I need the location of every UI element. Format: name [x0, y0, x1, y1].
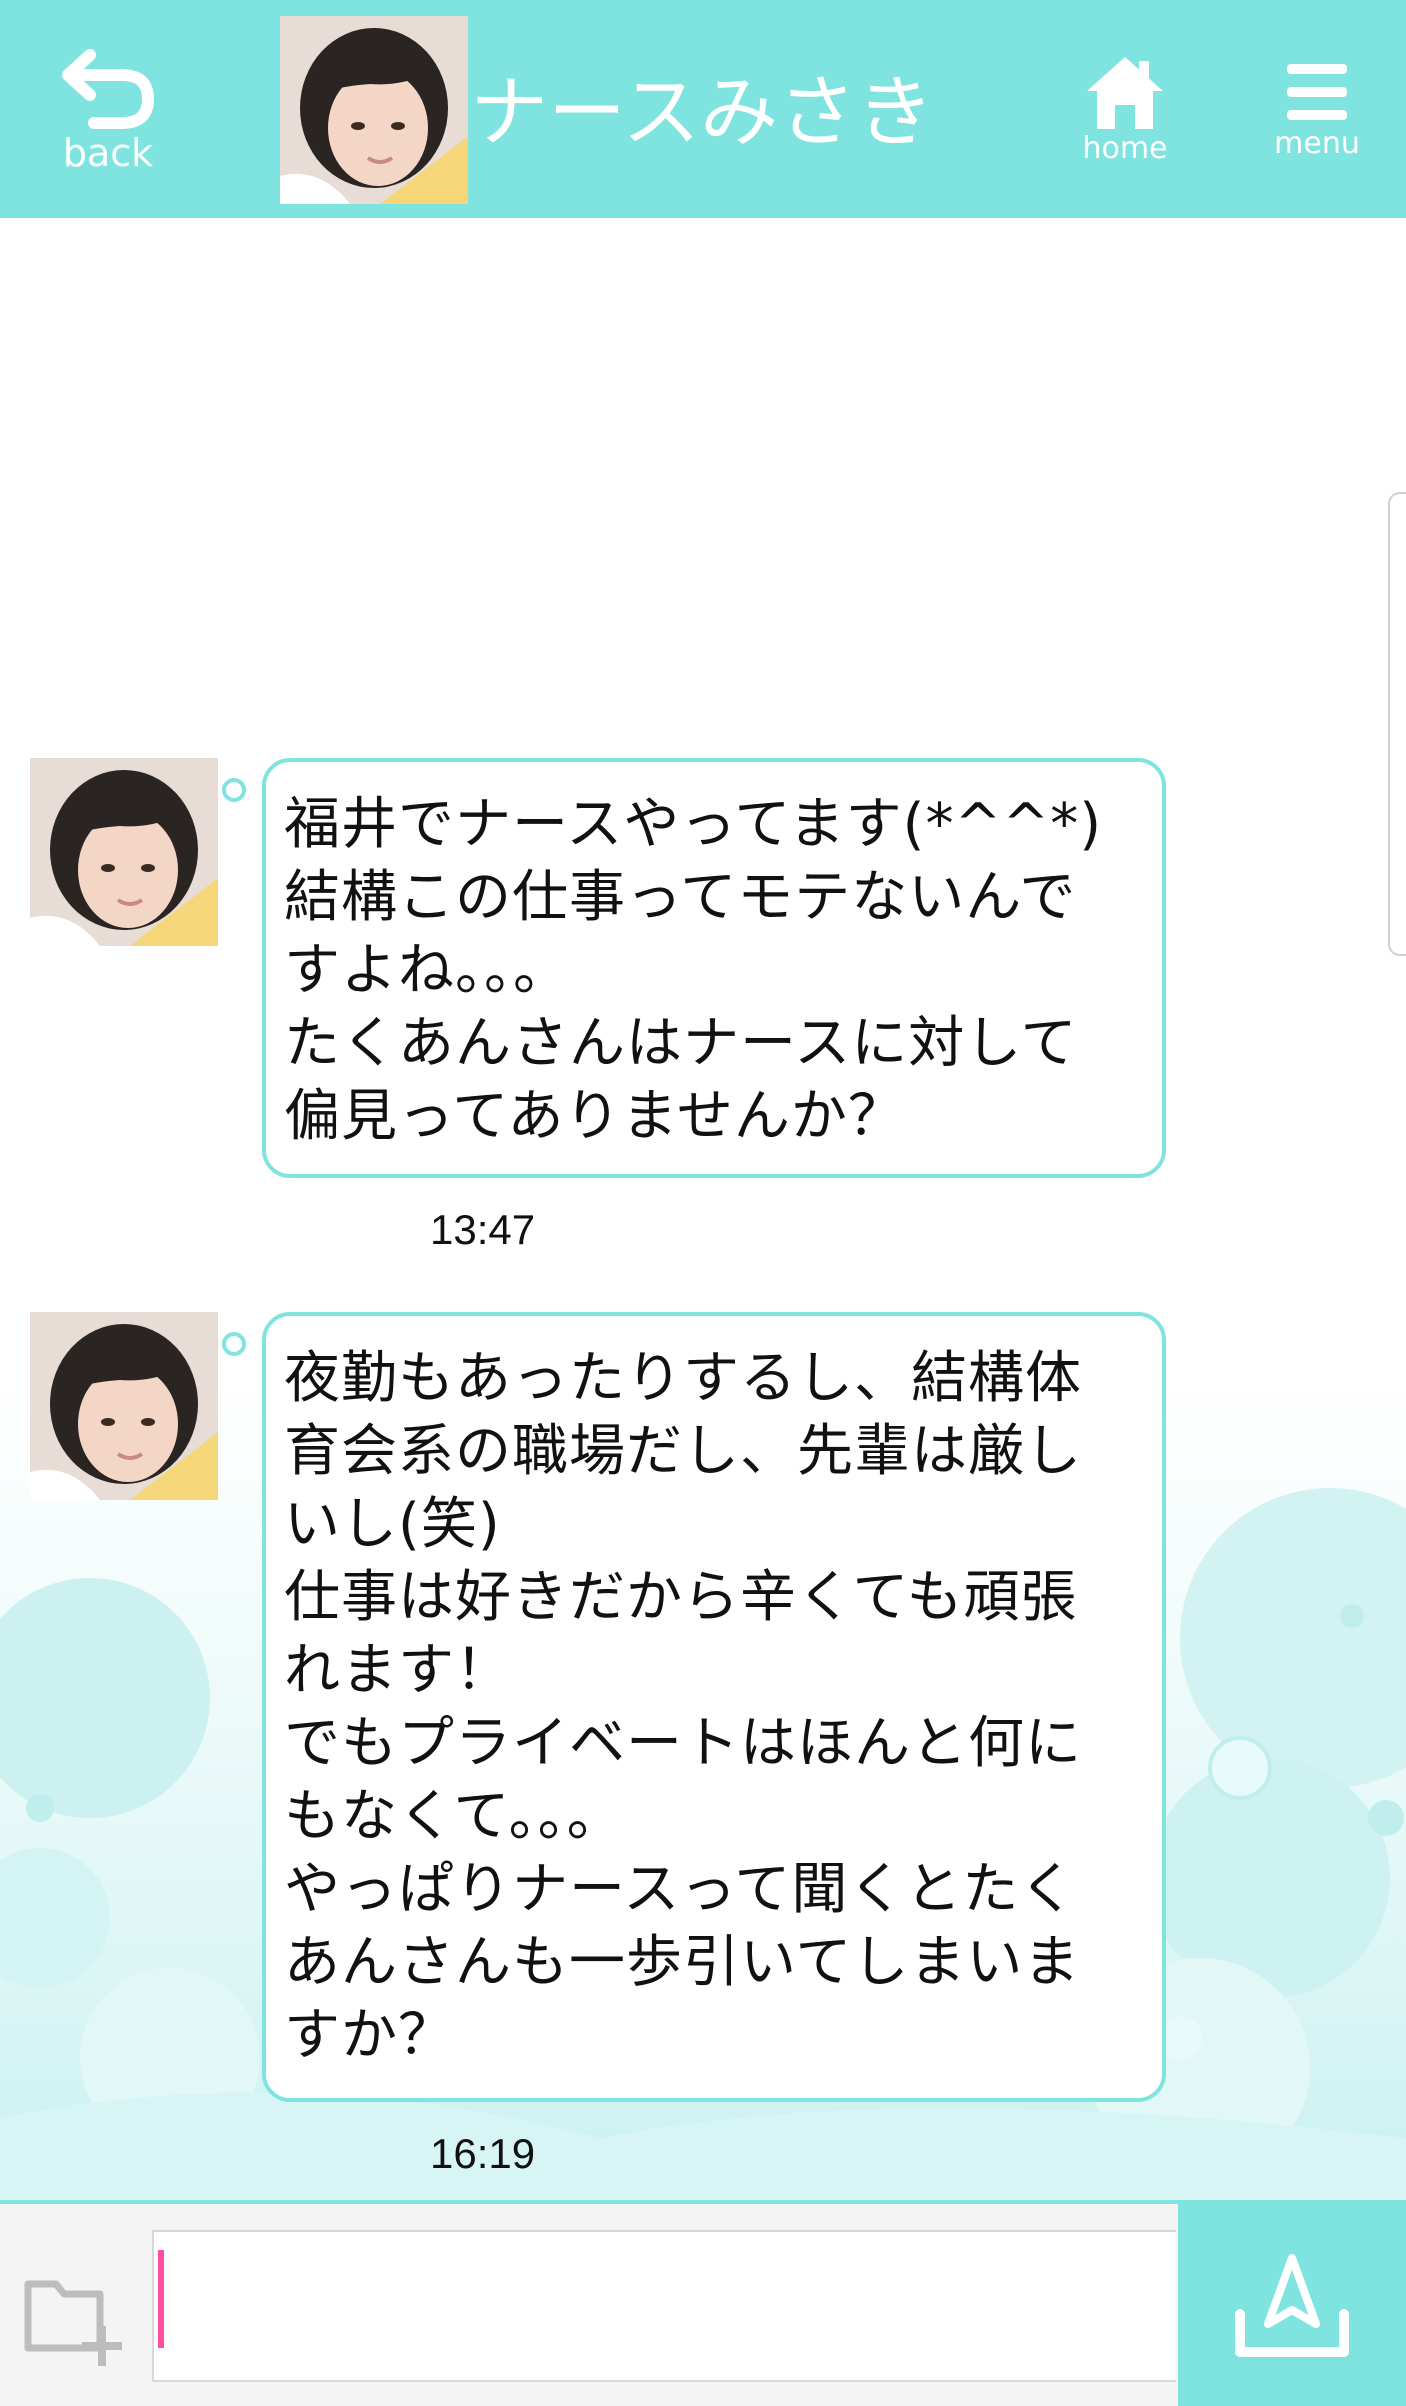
message-input[interactable] [152, 2230, 1176, 2382]
chat-title: ナースみさき [470, 68, 935, 158]
send-button[interactable] [1178, 2204, 1406, 2406]
send-arrow-icon [1235, 2254, 1349, 2357]
message-bubble[interactable]: 夜勤もあったりするし、結構体 育会系の職場だし、先輩は厳し いし(笑) 仕事は好… [262, 1312, 1166, 2102]
text-caret [158, 2250, 164, 2348]
bubble-tail [222, 1332, 246, 1356]
composer-bar [0, 2200, 1406, 2406]
message-text: 福井でナースやってます(*^^*) 結構この仕事ってモテないんで すよね。。。 … [284, 792, 1103, 1149]
scrollbar-handle[interactable] [1388, 492, 1406, 956]
home-label: home [1082, 131, 1168, 166]
hamburger-icon [1287, 64, 1347, 120]
sender-avatar[interactable] [30, 1312, 218, 1500]
bubble-tail [222, 778, 246, 802]
chat-thread[interactable]: 福井でナースやってます(*^^*) 結構この仕事ってモテないんで すよね。。。 … [0, 218, 1406, 2200]
folder-plus-icon [24, 2280, 122, 2366]
home-button[interactable]: home [1060, 0, 1190, 218]
message-text: 夜勤もあったりするし、結構体 育会系の職場だし、先輩は厳し いし(笑) 仕事は好… [284, 1346, 1082, 2068]
menu-label: menu [1274, 126, 1360, 161]
back-button[interactable]: back [38, 0, 178, 218]
message-bubble[interactable]: 福井でナースやってます(*^^*) 結構この仕事ってモテないんで すよね。。。 … [262, 758, 1166, 1178]
attach-button[interactable] [20, 2260, 130, 2370]
message-time: 13:47 [430, 1206, 536, 1253]
contact-avatar[interactable] [280, 16, 468, 204]
sender-avatar[interactable] [30, 758, 218, 946]
back-arrow-icon [62, 49, 155, 129]
back-label: back [62, 131, 154, 175]
house-icon [1087, 57, 1163, 129]
menu-button[interactable]: menu [1252, 0, 1382, 218]
sender-photo [30, 758, 218, 946]
app-header: back ナースみさき home menu [0, 0, 1406, 218]
message-time: 16:19 [430, 2130, 536, 2177]
sender-photo [30, 1312, 218, 1500]
contact-photo [280, 16, 468, 204]
